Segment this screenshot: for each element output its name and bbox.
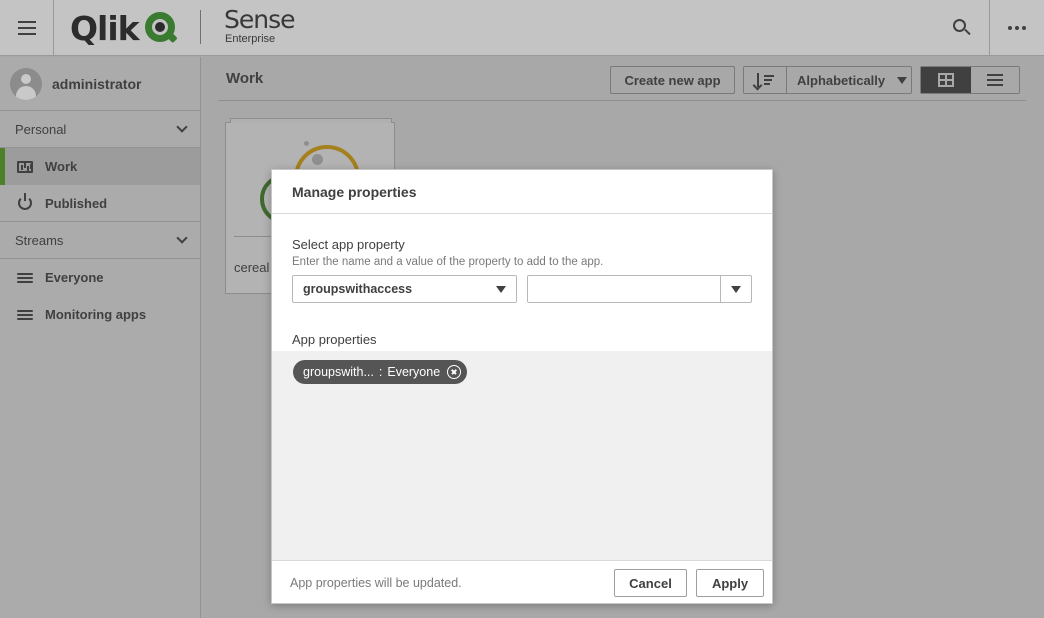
sidebar-item-everyone[interactable]: Everyone: [0, 259, 200, 296]
product-title: Sense: [224, 5, 296, 34]
dialog-footer: App properties will be updated. Cancel A…: [272, 560, 772, 603]
footer-message: App properties will be updated.: [290, 576, 462, 590]
page-title: Work: [226, 70, 264, 87]
grid-view-button[interactable]: [921, 67, 971, 93]
property-chip: groupswith... : Everyone: [293, 360, 468, 384]
sort-control: Alphabetically: [743, 66, 912, 94]
chevron-down-icon: [176, 232, 188, 244]
logo-divider: [200, 10, 201, 44]
user-name: administrator: [52, 75, 142, 92]
section-personal-label: Personal: [15, 121, 67, 137]
manage-properties-dialog: Manage properties Select app property En…: [271, 169, 773, 604]
dialog-title: Manage properties: [272, 170, 772, 214]
property-value-combobox: [527, 275, 752, 303]
caret-down-icon: [897, 76, 908, 84]
product-edition: Enterprise: [225, 33, 276, 45]
remove-chip-icon[interactable]: [447, 365, 462, 379]
property-name-value: groupswithaccess: [303, 282, 413, 296]
property-value-input[interactable]: [528, 276, 720, 302]
stream-icon: [15, 309, 35, 321]
list-view-button[interactable]: [971, 67, 1019, 93]
avatar: [10, 67, 42, 100]
sidebar-item-label: Everyone: [45, 270, 104, 285]
apply-button[interactable]: Apply: [696, 569, 764, 597]
caret-down-icon: [731, 285, 741, 293]
list-icon: [987, 74, 1003, 86]
product-name: Sense Enterprise: [224, 5, 296, 46]
logo-wordmark: Qlik: [70, 8, 140, 48]
hamburger-icon[interactable]: [0, 0, 54, 56]
qlik-logo: Qlik: [70, 8, 181, 48]
app-name: cereal: [234, 260, 270, 275]
stream-icon: [15, 272, 35, 284]
section-personal[interactable]: Personal: [0, 111, 200, 148]
sidebar-item-work[interactable]: Work: [0, 148, 200, 185]
sidebar-item-monitoring-apps[interactable]: Monitoring apps: [0, 296, 200, 333]
sort-dropdown-label: Alphabetically: [797, 72, 886, 88]
property-value-dropdown-button[interactable]: [720, 276, 751, 302]
grid-icon: [938, 73, 954, 87]
search-button[interactable]: [935, 0, 989, 56]
chevron-down-icon: [176, 121, 188, 133]
sidebar-item-label: Published: [45, 195, 108, 211]
search-icon: [953, 19, 971, 37]
sidebar: administrator Personal Work Published St…: [0, 57, 201, 618]
create-new-app-button[interactable]: Create new app: [610, 66, 735, 94]
sidebar-item-label: Work: [45, 159, 78, 174]
section-streams-label: Streams: [15, 232, 64, 248]
chart-icon: [15, 160, 35, 173]
more-icon[interactable]: [989, 0, 1044, 56]
sidebar-item-label: Monitoring apps: [45, 307, 147, 322]
qlik-q-icon: [143, 9, 181, 47]
user-profile[interactable]: administrator: [0, 57, 200, 111]
chip-separator: :: [378, 365, 383, 379]
chip-name: groupswith...: [303, 365, 374, 379]
sort-dropdown[interactable]: Alphabetically: [787, 67, 911, 93]
sidebar-item-published[interactable]: Published: [0, 185, 200, 222]
select-property-hint: Enter the name and a value of the proper…: [292, 256, 604, 268]
power-icon: [15, 193, 35, 210]
cancel-button[interactable]: Cancel: [614, 569, 687, 597]
section-streams[interactable]: Streams: [0, 222, 200, 259]
main-header: Work Create new app Alphabetically: [218, 57, 1026, 101]
app-properties-list: groupswith... : Everyone: [272, 351, 772, 560]
sort-order-icon[interactable]: [744, 67, 787, 93]
top-bar: Qlik Sense Enterprise: [0, 0, 1044, 56]
chip-value: Everyone: [387, 365, 441, 379]
app-properties-label: App properties: [292, 332, 377, 347]
property-name-dropdown[interactable]: groupswithaccess: [292, 275, 517, 303]
caret-down-icon: [496, 286, 506, 293]
view-toggle: [920, 66, 1020, 94]
select-property-label: Select app property: [292, 237, 405, 252]
